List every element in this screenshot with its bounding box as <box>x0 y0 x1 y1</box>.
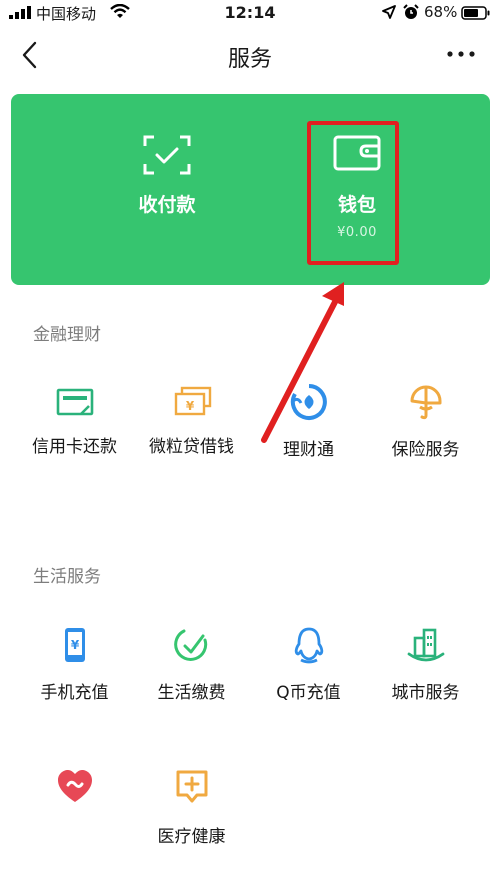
weilidai-loan-tile[interactable]: ¥ 微粒贷借钱 <box>129 386 254 457</box>
city-services-tile[interactable]: 城市服务 <box>363 626 488 703</box>
health-tile[interactable] <box>12 768 137 806</box>
pay-wallet-card: 收付款 钱包 ¥0.00 <box>11 94 490 285</box>
status-bar: 中国移动 12:14 68% <box>0 0 500 26</box>
credit-card-icon <box>56 388 93 416</box>
tile-label: 生活缴费 <box>157 683 226 703</box>
licaitong-icon <box>290 384 327 420</box>
phone-icon: ¥ <box>64 628 85 662</box>
utility-bills-tile[interactable]: 生活缴费 <box>129 626 254 703</box>
credit-card-repay-tile[interactable]: 信用卡还款 <box>12 386 137 457</box>
insurance-icon <box>410 385 441 420</box>
tile-label: 手机充值 <box>40 683 109 703</box>
location-icon <box>382 5 396 19</box>
battery-icon <box>461 6 490 20</box>
svg-text:¥: ¥ <box>185 399 194 413</box>
page-title: 服务 <box>227 47 272 72</box>
medical-icon <box>176 770 207 803</box>
section-title-finance: 金融理财 <box>33 325 101 345</box>
more-icon[interactable] <box>446 46 476 62</box>
q-coin-topup-tile[interactable]: Q币充值 <box>246 626 371 703</box>
tile-label: 理财通 <box>283 440 334 460</box>
svg-text:¥: ¥ <box>70 638 79 652</box>
wallet-highlight-box <box>307 121 399 265</box>
tile-label: Q币充值 <box>276 683 341 703</box>
tile-label: 信用卡还款 <box>32 437 117 457</box>
medical-health-tile[interactable]: 医疗健康 <box>129 768 254 847</box>
insurance-tile[interactable]: 保险服务 <box>363 381 488 460</box>
battery-percent: 68% <box>424 3 458 21</box>
pay-receive-button[interactable]: 收付款 <box>107 134 227 217</box>
mobile-topup-tile[interactable]: ¥ 手机充值 <box>12 626 137 703</box>
licaitong-tile[interactable]: 理财通 <box>246 383 371 460</box>
cash-icon: ¥ <box>174 386 211 416</box>
tile-label: 医疗健康 <box>157 827 226 847</box>
health-icon <box>57 770 92 802</box>
section-title-life: 生活服务 <box>33 567 101 587</box>
tile-label: 城市服务 <box>391 683 460 703</box>
pay-receive-label: 收付款 <box>138 194 196 216</box>
qq-icon <box>294 627 323 664</box>
tile-label: 微粒贷借钱 <box>149 437 234 457</box>
scan-pay-icon <box>143 135 191 175</box>
bill-check-icon <box>173 629 207 661</box>
tile-label: 保险服务 <box>391 440 460 460</box>
city-icon <box>407 628 444 662</box>
alarm-icon <box>403 4 419 19</box>
